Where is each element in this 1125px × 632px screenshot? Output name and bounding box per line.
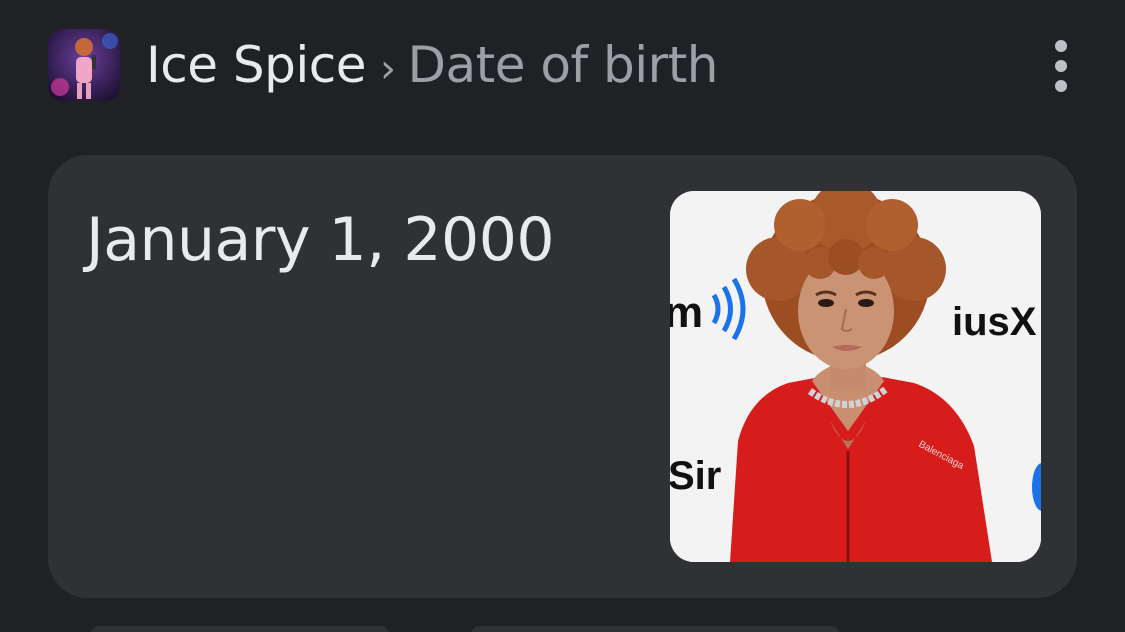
panel-header: Ice Spice › Date of birth [48,28,1088,102]
entity-thumbnail[interactable] [48,29,120,101]
more-vert-icon[interactable] [1043,40,1079,92]
suggestion-chip[interactable] [90,626,390,632]
breadcrumb-separator: › [380,46,396,92]
entity-photo-image: m iusX Sir Balenciaga [670,191,1041,562]
backdrop-text-left: m [670,288,703,337]
dot [1055,80,1067,92]
entity-photo[interactable]: m iusX Sir Balenciaga [670,191,1041,562]
backdrop-text-right: iusX [952,300,1037,344]
entity-thumbnail-image [48,29,120,101]
date-of-birth-value: January 1, 2000 [86,205,555,275]
knowledge-panel-page: Ice Spice › Date of birth January 1, 200… [0,0,1125,632]
breadcrumb-entity[interactable]: Ice Spice [146,36,367,94]
breadcrumb: Ice Spice › Date of birth [146,36,718,94]
dot [1055,40,1067,52]
suggestion-chip[interactable] [470,626,840,632]
answer-card[interactable]: January 1, 2000 m iusX Sir Balenciaga [48,155,1077,598]
dot [1055,60,1067,72]
breadcrumb-attribute: Date of birth [407,36,719,94]
backdrop-text-bottom: Sir [670,454,721,498]
